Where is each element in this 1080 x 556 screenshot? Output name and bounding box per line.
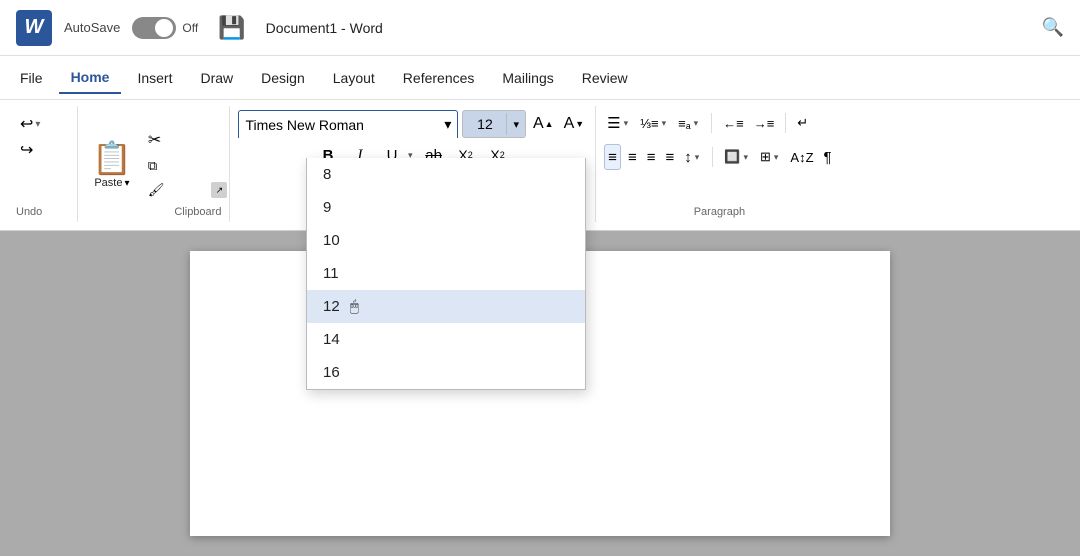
font-family-dropdown-arrow[interactable]: ▾: [444, 116, 451, 133]
ordered-list-icon: ⅓≡: [640, 116, 658, 131]
font-family-selector[interactable]: Times New Roman ▾: [238, 110, 458, 138]
paste-label: Paste: [94, 177, 122, 189]
undo-icon: ↩: [20, 114, 33, 134]
menu-item-home[interactable]: Home: [59, 62, 122, 94]
font-size-option-9[interactable]: 9: [307, 191, 585, 224]
shading-dropdown-arrow[interactable]: ▾: [741, 152, 750, 163]
autosave-label: AutoSave: [64, 20, 120, 35]
clipboard-group-label: Clipboard: [174, 202, 221, 218]
clipboard-group: 📋 Paste ▾ ✂ ⧉ 🖌 ↗ Clipboard: [78, 106, 230, 222]
sort-icon: A↕Z: [790, 150, 813, 165]
menu-item-draw[interactable]: Draw: [188, 62, 245, 94]
cut-icon: ✂: [148, 130, 161, 150]
unordered-list-button[interactable]: ☰ ▾: [604, 110, 633, 136]
title-bar: W AutoSave Off 💾 Document1 - Word 🔍: [0, 0, 1080, 56]
paragraph-row-2: ≡ ≡ ≡ ≡ ↕ ▾ 🔲 ▾ ⊞ ▾: [604, 144, 834, 170]
shrink-font-button[interactable]: A▼: [561, 111, 588, 137]
ordered-list-button[interactable]: ⅓≡ ▾: [637, 110, 671, 136]
font-size-option-14[interactable]: 14: [307, 323, 585, 356]
menu-item-references[interactable]: References: [391, 62, 487, 94]
paragraph-row-1: ☰ ▾ ⅓≡ ▾ ≡ₐ ▾ ←≡ →≡ ↵: [604, 110, 834, 136]
clipboard-right-buttons: ✂ ⧉ 🖌: [144, 110, 169, 218]
menu-bar: File Home Insert Draw Design Layout Refe…: [0, 56, 1080, 100]
line-spacing-dropdown-arrow[interactable]: ▾: [693, 152, 702, 163]
menu-item-mailings[interactable]: Mailings: [490, 62, 565, 94]
ul-dropdown-arrow[interactable]: ▾: [622, 118, 631, 129]
paste-dropdown-arrow[interactable]: ▾: [124, 178, 129, 189]
paste-icon: 📋: [92, 139, 132, 177]
align-right-button[interactable]: ≡: [644, 144, 659, 170]
cursor-indicator: 🖱: [350, 298, 359, 315]
toggle-knob: [155, 19, 173, 37]
justify-icon: ≡: [665, 149, 674, 166]
font-size-option-11[interactable]: 11: [307, 257, 585, 290]
paragraph-group-label: Paragraph: [694, 202, 745, 218]
toggle-state: Off: [182, 21, 198, 35]
undo-dropdown-arrow[interactable]: ▾: [35, 119, 40, 130]
menu-item-insert[interactable]: Insert: [125, 62, 184, 94]
copy-icon: ⧉: [148, 158, 157, 174]
font-size-dropdown: 8 9 10 11 12 🖱 14 16: [306, 158, 586, 390]
font-family-value: Times New Roman: [245, 117, 364, 133]
undo-group-label: Undo: [16, 202, 42, 218]
line-spacing-icon: ↕: [684, 149, 692, 166]
shading-icon: 🔲: [724, 149, 740, 165]
font-size-option-16[interactable]: 16: [307, 356, 585, 389]
ml-dropdown-arrow[interactable]: ▾: [692, 118, 701, 129]
pilcrow-icon: ¶: [824, 149, 832, 166]
menu-item-review[interactable]: Review: [570, 62, 640, 94]
font-size-value: 12: [463, 113, 507, 135]
menu-item-layout[interactable]: Layout: [321, 62, 387, 94]
shading-button[interactable]: 🔲 ▾: [721, 144, 753, 170]
align-left-icon: ≡: [608, 149, 617, 166]
undo-group: ↩ ▾ ↪ Undo: [8, 106, 78, 222]
rtl-ltr-button[interactable]: ↵: [794, 110, 811, 136]
unordered-list-icon: ☰: [607, 114, 620, 132]
borders-dropdown-arrow[interactable]: ▾: [772, 152, 781, 163]
format-painter-icon: 🖌: [148, 182, 165, 198]
word-logo: W: [16, 10, 52, 46]
font-size-option-8[interactable]: 8: [307, 158, 585, 191]
clipboard-expand-button[interactable]: ↗: [211, 182, 227, 198]
document-title: Document1 - Word: [266, 20, 1030, 36]
save-icon[interactable]: 💾: [218, 15, 245, 41]
search-icon[interactable]: 🔍: [1042, 17, 1064, 38]
borders-icon: ⊞: [760, 149, 771, 165]
autosave-toggle[interactable]: Off: [132, 17, 198, 39]
copy-button[interactable]: ⧉: [144, 156, 169, 176]
redo-icon: ↪: [20, 140, 33, 160]
justify-button[interactable]: ≡: [662, 144, 677, 170]
font-size-option-12[interactable]: 12 🖱: [307, 290, 585, 323]
paste-button[interactable]: 📋 Paste ▾: [86, 110, 138, 218]
font-size-option-10[interactable]: 10: [307, 224, 585, 257]
format-painter-button[interactable]: 🖌: [144, 180, 169, 200]
font-size-selector[interactable]: 12 ▾: [462, 110, 526, 138]
paragraph-group: ☰ ▾ ⅓≡ ▾ ≡ₐ ▾ ←≡ →≡ ↵ ≡ ≡: [596, 106, 842, 222]
align-center-button[interactable]: ≡: [625, 144, 640, 170]
grow-font-button[interactable]: A▲: [530, 111, 557, 137]
show-formatting-button[interactable]: ¶: [821, 144, 835, 170]
sort-button[interactable]: A↕Z: [787, 144, 816, 170]
borders-button[interactable]: ⊞ ▾: [757, 144, 783, 170]
redo-button[interactable]: ↪: [16, 138, 44, 162]
undo-button[interactable]: ↩ ▾: [16, 112, 44, 136]
font-size-dropdown-arrow[interactable]: ▾: [507, 111, 525, 137]
undo-buttons: ↩ ▾ ↪: [16, 112, 44, 162]
menu-item-file[interactable]: File: [8, 62, 55, 94]
cut-button[interactable]: ✂: [144, 128, 169, 152]
toggle-switch[interactable]: [132, 17, 176, 39]
align-left-button[interactable]: ≡: [604, 144, 621, 170]
ol-dropdown-arrow[interactable]: ▾: [660, 118, 669, 129]
multilevel-list-icon: ≡ₐ: [678, 116, 690, 131]
indent-increase-button[interactable]: →≡: [751, 110, 778, 136]
line-spacing-button[interactable]: ↕ ▾: [681, 144, 704, 170]
font-row-1: Times New Roman ▾ 12 ▾ A▲ A▼: [238, 110, 587, 138]
align-center-icon: ≡: [628, 149, 637, 166]
indent-decrease-button[interactable]: ←≡: [720, 110, 747, 136]
align-right-icon: ≡: [647, 149, 656, 166]
multilevel-list-button[interactable]: ≡ₐ ▾: [675, 110, 703, 136]
menu-item-design[interactable]: Design: [249, 62, 317, 94]
